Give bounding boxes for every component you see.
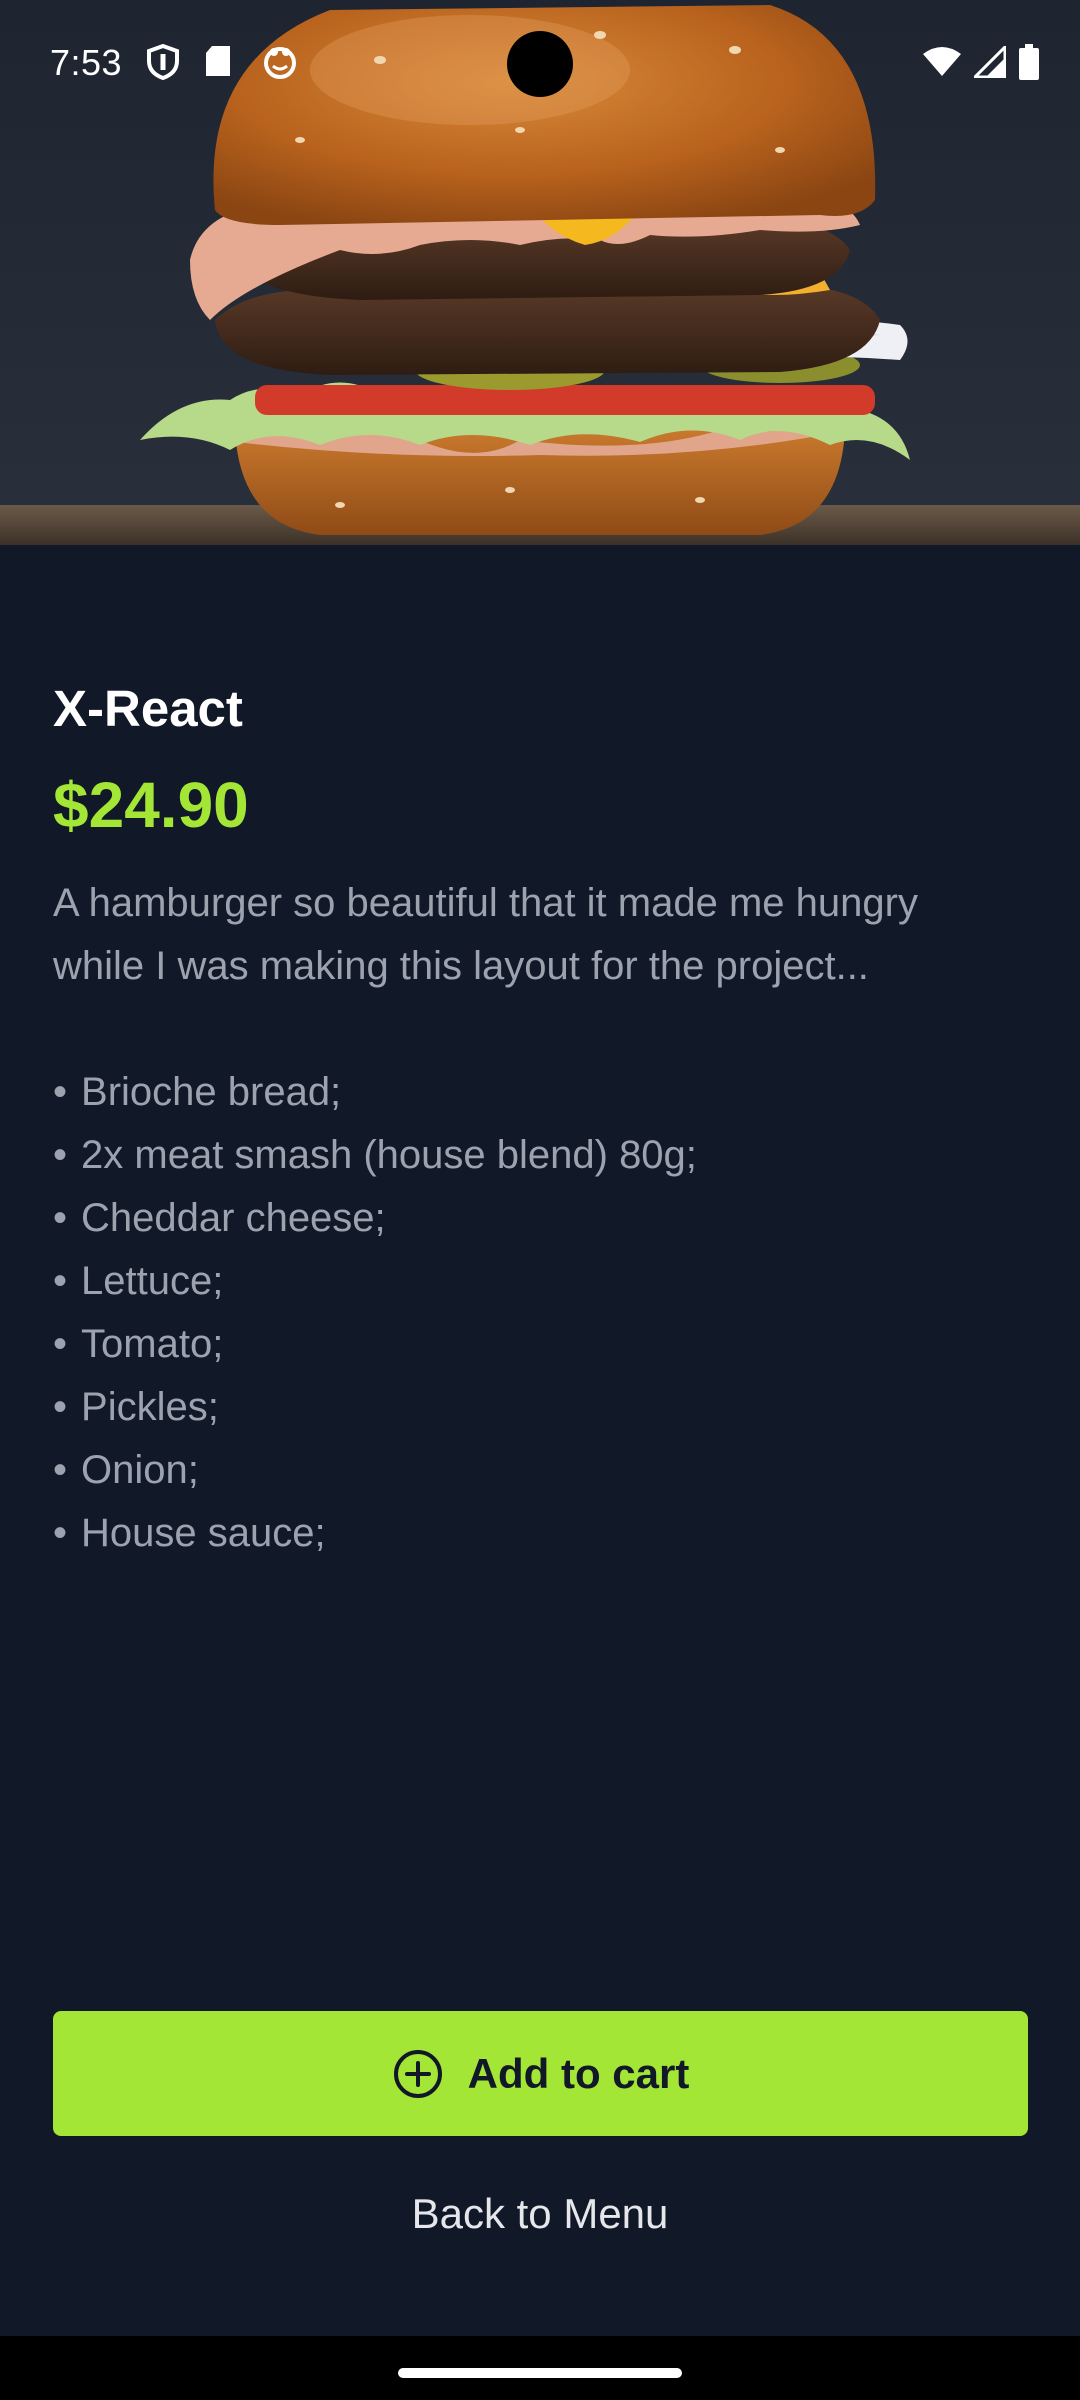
status-right-icons: [922, 43, 1040, 85]
wifi-icon: [922, 46, 962, 83]
ingredient-item: • House sauce;: [53, 1502, 1033, 1565]
back-to-menu-button[interactable]: Back to Menu: [0, 2190, 1080, 2238]
add-to-cart-label: Add to cart: [467, 2049, 690, 2097]
ingredient-item: • 2x meat smash (house blend) 80g;: [53, 1124, 1033, 1187]
bullet: •: [53, 1448, 68, 1493]
home-indicator[interactable]: [398, 2368, 682, 2378]
camera-cutout: [507, 31, 573, 97]
ingredient-item: • Pickles;: [53, 1376, 1033, 1439]
ingredient-label: House sauce;: [81, 1511, 326, 1556]
status-left-icons: [146, 43, 298, 81]
ingredient-label: Brioche bread;: [81, 1070, 342, 1115]
add-to-cart-button[interactable]: Add to cart: [53, 2011, 1028, 2136]
ingredient-item: • Brioche bread;: [53, 1061, 1033, 1124]
smiley-icon: [262, 44, 298, 80]
ingredient-label: Cheddar cheese;: [81, 1196, 386, 1241]
shield-icon: [146, 43, 182, 81]
ingredient-item: • Cheddar cheese;: [53, 1187, 1033, 1250]
bullet: •: [53, 1385, 68, 1430]
product-details-screen: 7:53 X-React $24.90 A hamburger so beaut…: [0, 0, 1080, 2400]
ingredient-label: 2x meat smash (house blend) 80g;: [81, 1133, 697, 1178]
ingredient-item: • Lettuce;: [53, 1250, 1033, 1313]
bullet: •: [53, 1511, 68, 1556]
status-bar: 7:53: [0, 0, 1080, 128]
bullet: •: [53, 1070, 68, 1115]
product-title: X-React: [53, 680, 243, 737]
bullet: •: [53, 1322, 68, 1367]
bullet: •: [53, 1133, 68, 1178]
bullet: •: [53, 1196, 68, 1241]
ingredient-label: Pickles;: [81, 1385, 219, 1430]
status-time: 7:53: [50, 42, 123, 83]
ingredient-label: Lettuce;: [81, 1259, 224, 1304]
sd-card-icon: [204, 44, 240, 80]
bullet: •: [53, 1259, 68, 1304]
ingredient-label: Onion;: [81, 1448, 199, 1493]
plus-circle-icon: [393, 2049, 442, 2098]
navigation-bar: [0, 2336, 1080, 2400]
signal-icon: [971, 43, 1007, 83]
product-description: A hamburger so beautiful that it made me…: [53, 881, 918, 989]
product-details: X-React $24.90 A hamburger so beautiful …: [53, 680, 1033, 1565]
ingredients-list: • Brioche bread; • 2x meat smash (house bl…: [53, 1061, 1033, 1565]
product-price: $24.90: [53, 769, 249, 841]
battery-icon: [1018, 44, 1040, 85]
ingredient-label: Tomato;: [81, 1322, 224, 1367]
ingredient-item: • Onion;: [53, 1439, 1033, 1502]
ingredient-item: • Tomato;: [53, 1313, 1033, 1376]
